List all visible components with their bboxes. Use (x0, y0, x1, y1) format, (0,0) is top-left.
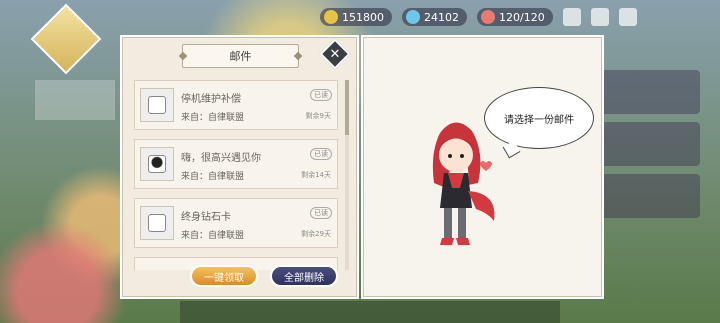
gold-amount: 151800 (342, 10, 384, 24)
resource-bar: 151800 24102 120/120 (320, 6, 710, 28)
scrollbar-thumb[interactable] (345, 80, 349, 135)
gem-icon (406, 10, 420, 24)
event-banner[interactable] (35, 80, 115, 120)
mail-icon[interactable] (562, 8, 581, 26)
menu-icon[interactable] (618, 8, 637, 26)
gold-coin-icon (324, 10, 338, 24)
mail-item[interactable]: 停机维护补偿 来自：自律联盟 已读 剩余9天 (134, 80, 338, 130)
player-avatar[interactable] (30, 3, 102, 75)
mail-item[interactable]: 终身钻石卡 来自：自律联盟 已读 剩余29天 (134, 198, 338, 248)
gem-amount: 24102 (424, 10, 459, 24)
gift-icon (140, 88, 174, 122)
mail-sender: 来自：自律联盟 (181, 172, 245, 182)
stamina-amount: 120/120 (499, 10, 545, 24)
read-badge: 已读 (310, 89, 332, 101)
chibi-character (432, 122, 495, 245)
side-menu-item[interactable] (600, 70, 700, 114)
mail-dialog: 邮件 ✕ 停机维护补偿 来自：自律联盟 已读 剩余9天 嗨，很高兴遇见你 来自：… (120, 35, 604, 299)
mail-sender: 来自：自律联盟 (181, 113, 245, 123)
side-menu-item[interactable] (600, 122, 700, 166)
side-menu (600, 70, 700, 270)
mail-title: 嗨，很高兴遇见你 (181, 153, 261, 164)
gem-counter[interactable]: 24102 (402, 8, 467, 26)
read-badge: 已读 (310, 207, 332, 219)
mail-remaining: 剩余9天 (305, 112, 331, 120)
mail-list: 停机维护补偿 来自：自律联盟 已读 剩余9天 嗨，很高兴遇见你 来自：自律联盟 … (134, 80, 340, 270)
stamina-counter[interactable]: 120/120 (477, 8, 553, 26)
settings-icon[interactable] (590, 8, 609, 26)
read-badge: 已读 (310, 148, 332, 160)
mail-title: 终身钻石卡 (181, 212, 231, 223)
stamina-icon (481, 10, 495, 24)
mail-list-panel: 邮件 ✕ 停机维护补偿 来自：自律联盟 已读 剩余9天 嗨，很高兴遇见你 来自：… (120, 35, 359, 299)
gift-icon (140, 206, 174, 240)
close-icon[interactable]: ✕ (324, 43, 346, 65)
claim-all-button[interactable]: 一键领取 (190, 265, 258, 287)
mail-title: 停机维护补偿 (181, 94, 241, 105)
gold-counter[interactable]: 151800 (320, 8, 392, 26)
character-icon (140, 147, 174, 181)
bottom-nav (180, 301, 560, 323)
mail-remaining: 剩余29天 (301, 230, 331, 238)
side-menu-item[interactable] (600, 174, 700, 218)
speech-bubble: 请选择一份邮件 (484, 87, 594, 149)
mail-item[interactable]: 嗨，很高兴遇见你 来自：自律联盟 已读 剩余14天 (134, 139, 338, 189)
mail-remaining: 剩余14天 (301, 171, 331, 179)
mail-sender: 来自：自律联盟 (181, 231, 245, 241)
dialog-title: 邮件 (182, 44, 299, 68)
delete-all-button[interactable]: 全部删除 (270, 265, 338, 287)
